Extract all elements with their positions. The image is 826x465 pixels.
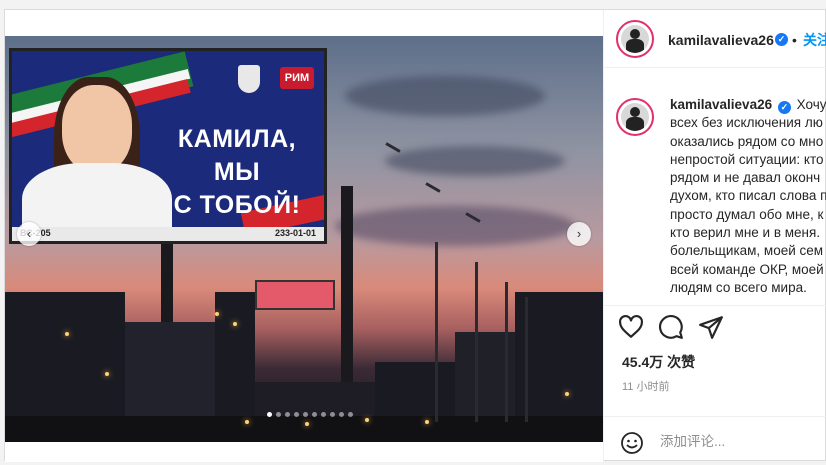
carousel-dot [312,412,317,417]
light [365,418,369,422]
cloud [345,76,545,116]
avatar-head [630,107,640,117]
light [65,332,69,336]
caption-line: Хочу п [796,97,826,112]
billboard-girl-face [62,85,132,173]
carousel-dot [285,412,290,417]
light [215,312,219,316]
carousel-dot [267,412,272,417]
post-sidebar: kamilavalieva26 ✓ • 关注 kamilavalieva26 ✓… [603,10,826,462]
follow-separator: • [792,32,797,48]
caption-line: кто верил мне и в меня. [670,225,821,241]
comment-bar [604,416,826,462]
post-username[interactable]: kamilavalieva26 [668,32,774,48]
light [425,420,429,424]
light [105,372,109,376]
street-lamp [435,242,438,422]
carousel-indicator [267,412,353,418]
caption-line: людям со всего мира. [670,279,807,295]
billboard-code-right: 233-01-01 [274,228,316,238]
carousel-dot [348,412,353,417]
share-icon[interactable] [698,314,724,340]
avatar-image [621,25,649,53]
caption-text: kamilavalieva26 ✓ Хочу п всех без исключ… [670,96,826,297]
carousel-dot [321,412,326,417]
comment-icon[interactable] [658,314,684,340]
billboard-footer: ВС-205 233-01-01 [12,227,324,241]
carousel-dot [330,412,335,417]
crest-icon [238,65,260,93]
verified-badge-icon: ✓ [775,33,788,46]
carousel-dot [339,412,344,417]
billboard-logo: РИМ [280,67,314,89]
follow-button[interactable]: 关注 [803,30,826,50]
post-modal: РИМ КАМИЛА, МЫ С ТОБОЙ! ВС-205 233-01-01 [4,9,826,462]
post-header: kamilavalieva26 ✓ • 关注 [604,10,826,68]
caption-username[interactable]: kamilavalieva26 [670,97,772,112]
caption-line: оказались рядом со мно [670,133,824,149]
billboard: РИМ КАМИЛА, МЫ С ТОБОЙ! ВС-205 233-01-01 [9,48,327,244]
light [233,322,237,326]
caption-line: непростой ситуации: кто [670,151,824,167]
billboard-text: КАМИЛА, МЫ С ТОБОЙ! [152,123,322,222]
carousel-prev-button[interactable]: ‹ [17,222,41,246]
verified-badge-icon: ✓ [777,101,791,114]
avatar-image [621,103,649,131]
lamp-head [385,142,401,153]
road [5,416,603,442]
billboard-text-line2: С ТОБОЙ! [173,191,301,219]
street-lamp [505,282,508,422]
likes-count[interactable]: 45.4万 次赞 [622,352,695,372]
street-lamp [475,262,478,422]
street-lamp [525,297,528,422]
light [305,422,309,426]
caption-line: духом, кто писал слова п [670,188,826,204]
post-media: РИМ КАМИЛА, МЫ С ТОБОЙ! ВС-205 233-01-01 [5,10,603,462]
caption-avatar[interactable] [616,98,654,136]
avatar[interactable] [616,20,654,58]
lamp-head [425,182,441,193]
caption-line-first: kamilavalieva26 ✓ Хочу п [670,96,826,114]
light [245,420,249,424]
emoji-icon[interactable] [620,431,644,455]
post-photo: РИМ КАМИЛА, МЫ С ТОБОЙ! ВС-205 233-01-01 [5,36,603,442]
post-caption: kamilavalieva26 ✓ Хочу п всех без исключ… [604,68,826,306]
cloud [385,146,565,176]
avatar-body [626,39,644,53]
post-actions: 45.4万 次赞 11 小时前 [604,306,826,416]
avatar-body [626,117,644,131]
avatar-head [630,29,640,39]
carousel-dot [294,412,299,417]
carousel-next-button[interactable]: › [567,222,591,246]
heart-icon[interactable] [618,314,644,340]
caption-line: всех без исключения лю [670,115,823,131]
caption-line: рядом и не давал оконч [670,170,821,186]
caption-line: болельщикам, моей сем [670,243,824,259]
carousel-dot [303,412,308,417]
light [565,392,569,396]
billboard-text-line1: КАМИЛА, МЫ [177,125,297,186]
carousel-dot [276,412,281,417]
caption-line: всей команде ОКР, моей [670,261,824,277]
comment-input[interactable] [660,431,820,451]
cloud [335,206,575,246]
caption-line: просто думал обо мне, к [670,206,824,222]
post-timestamp[interactable]: 11 小时前 [622,378,669,394]
